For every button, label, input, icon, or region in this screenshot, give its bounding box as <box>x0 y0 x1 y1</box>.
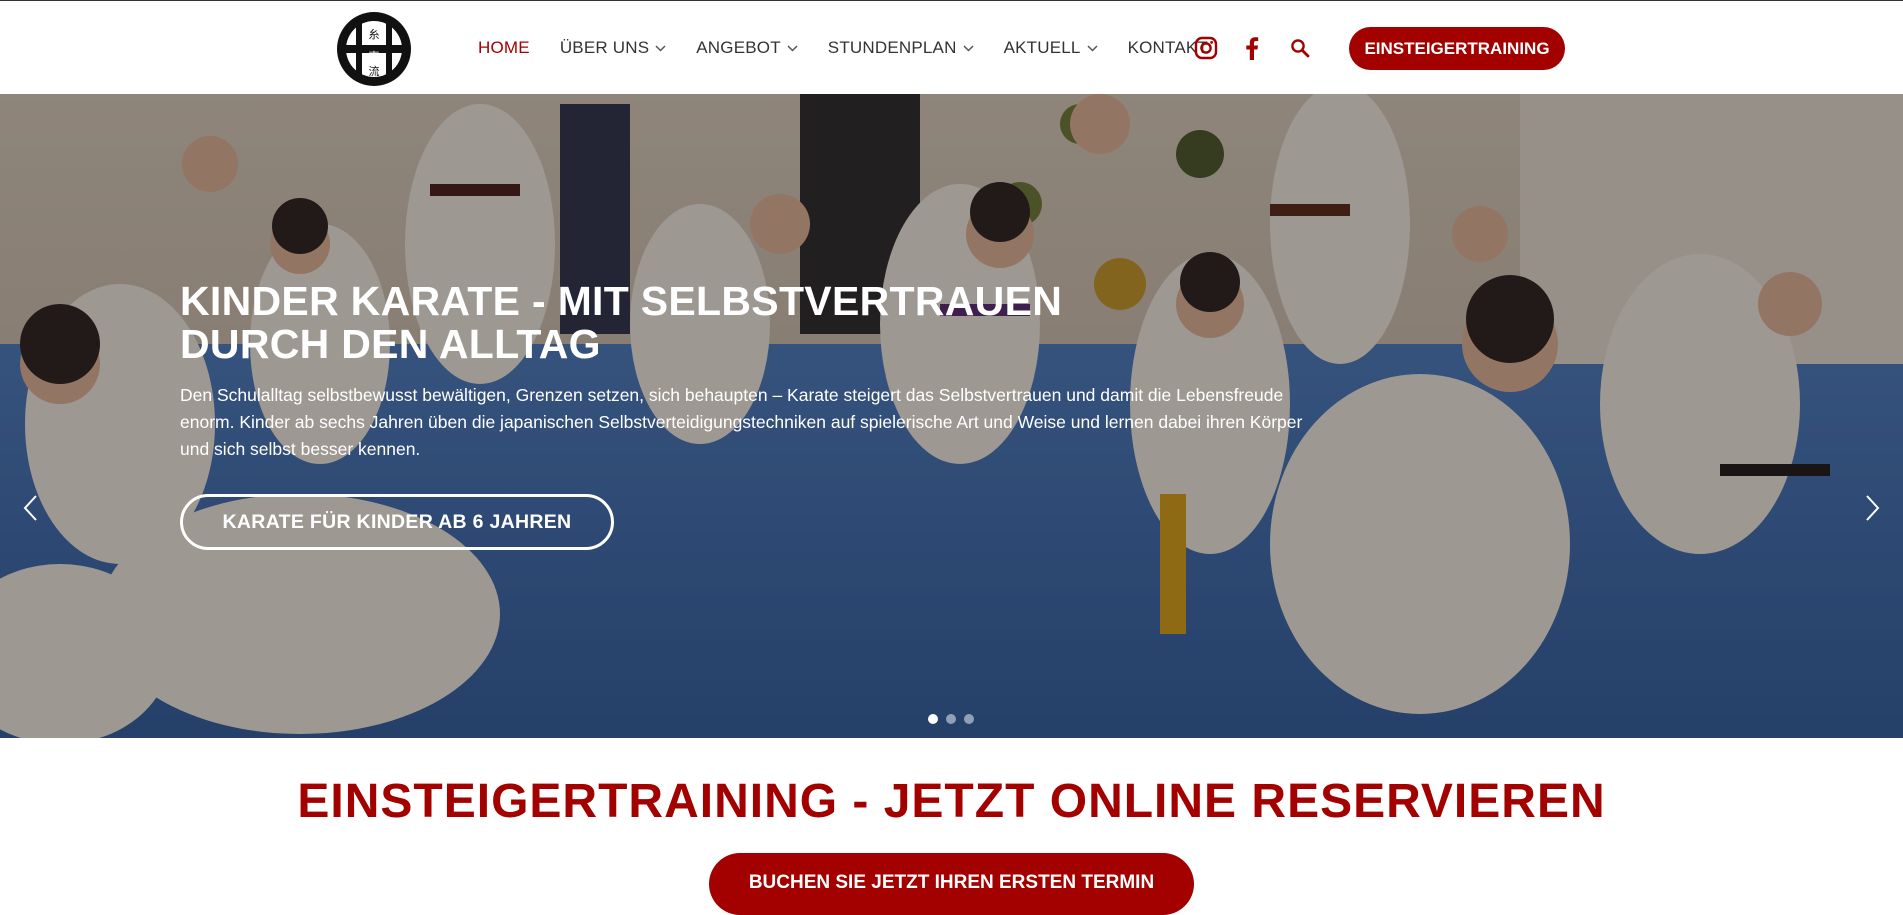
chevron-down-icon <box>963 44 974 52</box>
svg-text:糸: 糸 <box>369 28 380 41</box>
slider-dot-1[interactable] <box>928 714 938 724</box>
svg-text:流: 流 <box>369 64 380 78</box>
facebook-icon <box>1246 37 1259 60</box>
chevron-down-icon <box>655 44 666 52</box>
facebook-link[interactable] <box>1245 1 1259 95</box>
site-header: 糸 東 流 HOME ÜBER UNS ANGEBOT STUNDENPLAN … <box>0 1 1903 93</box>
logo-emblem: 糸 東 流 <box>337 12 411 86</box>
hero-description: Den Schulalltag selbstbewusst bewältigen… <box>180 385 1303 459</box>
book-first-appointment-button[interactable]: BUCHEN SIE JETZT IHREN ERSTEN TERMIN <box>709 853 1194 915</box>
nav-item-stundenplan[interactable]: STUNDENPLAN <box>828 38 974 58</box>
slider-dot-3[interactable] <box>964 714 974 724</box>
instagram-icon <box>1194 36 1218 60</box>
nav-item-label: STUNDENPLAN <box>827 38 957 57</box>
nav-item-aktuell[interactable]: AKTUELL <box>1004 38 1098 58</box>
search-icon <box>1291 39 1310 58</box>
main-nav: HOME ÜBER UNS ANGEBOT STUNDENPLAN AKTUEL… <box>478 1 1238 95</box>
slider-dot-2[interactable] <box>946 714 956 724</box>
chevron-down-icon <box>1087 44 1098 52</box>
hero-slider: KINDER KARATE - MIT SELBSTVERTRAUEN DURC… <box>0 94 1903 738</box>
nav-item-angebot[interactable]: ANGEBOT <box>696 38 798 58</box>
hero-title: KINDER KARATE - MIT SELBSTVERTRAUEN DURC… <box>180 278 1063 367</box>
logo[interactable]: 糸 東 流 <box>336 11 412 87</box>
chevron-left-icon <box>23 495 37 521</box>
search-button[interactable] <box>1290 1 1310 95</box>
svg-text:東: 東 <box>369 50 380 63</box>
nav-item-label: ÜBER UNS <box>559 38 650 57</box>
chevron-down-icon <box>787 44 798 52</box>
kinder-karate-button[interactable]: KARATE FÜR KINDER AB 6 JAHREN <box>180 494 614 550</box>
einsteigertraining-button[interactable]: EINSTEIGERTRAINING <box>1349 27 1565 70</box>
instagram-link[interactable] <box>1194 1 1218 95</box>
promo-title: EINSTEIGERTRAINING - JETZT ONLINE RESERV… <box>297 775 1606 828</box>
nav-item-ueber-uns[interactable]: ÜBER UNS <box>560 38 666 58</box>
chevron-right-icon <box>1866 495 1880 521</box>
nav-item-label: ANGEBOT <box>696 38 781 57</box>
nav-item-home[interactable]: HOME <box>478 38 530 58</box>
nav-item-label: HOME <box>478 38 530 57</box>
slider-prev-button[interactable] <box>22 494 38 527</box>
slider-next-button[interactable] <box>1865 494 1881 527</box>
nav-item-label: AKTUELL <box>1003 38 1081 57</box>
slider-pagination <box>928 714 974 724</box>
